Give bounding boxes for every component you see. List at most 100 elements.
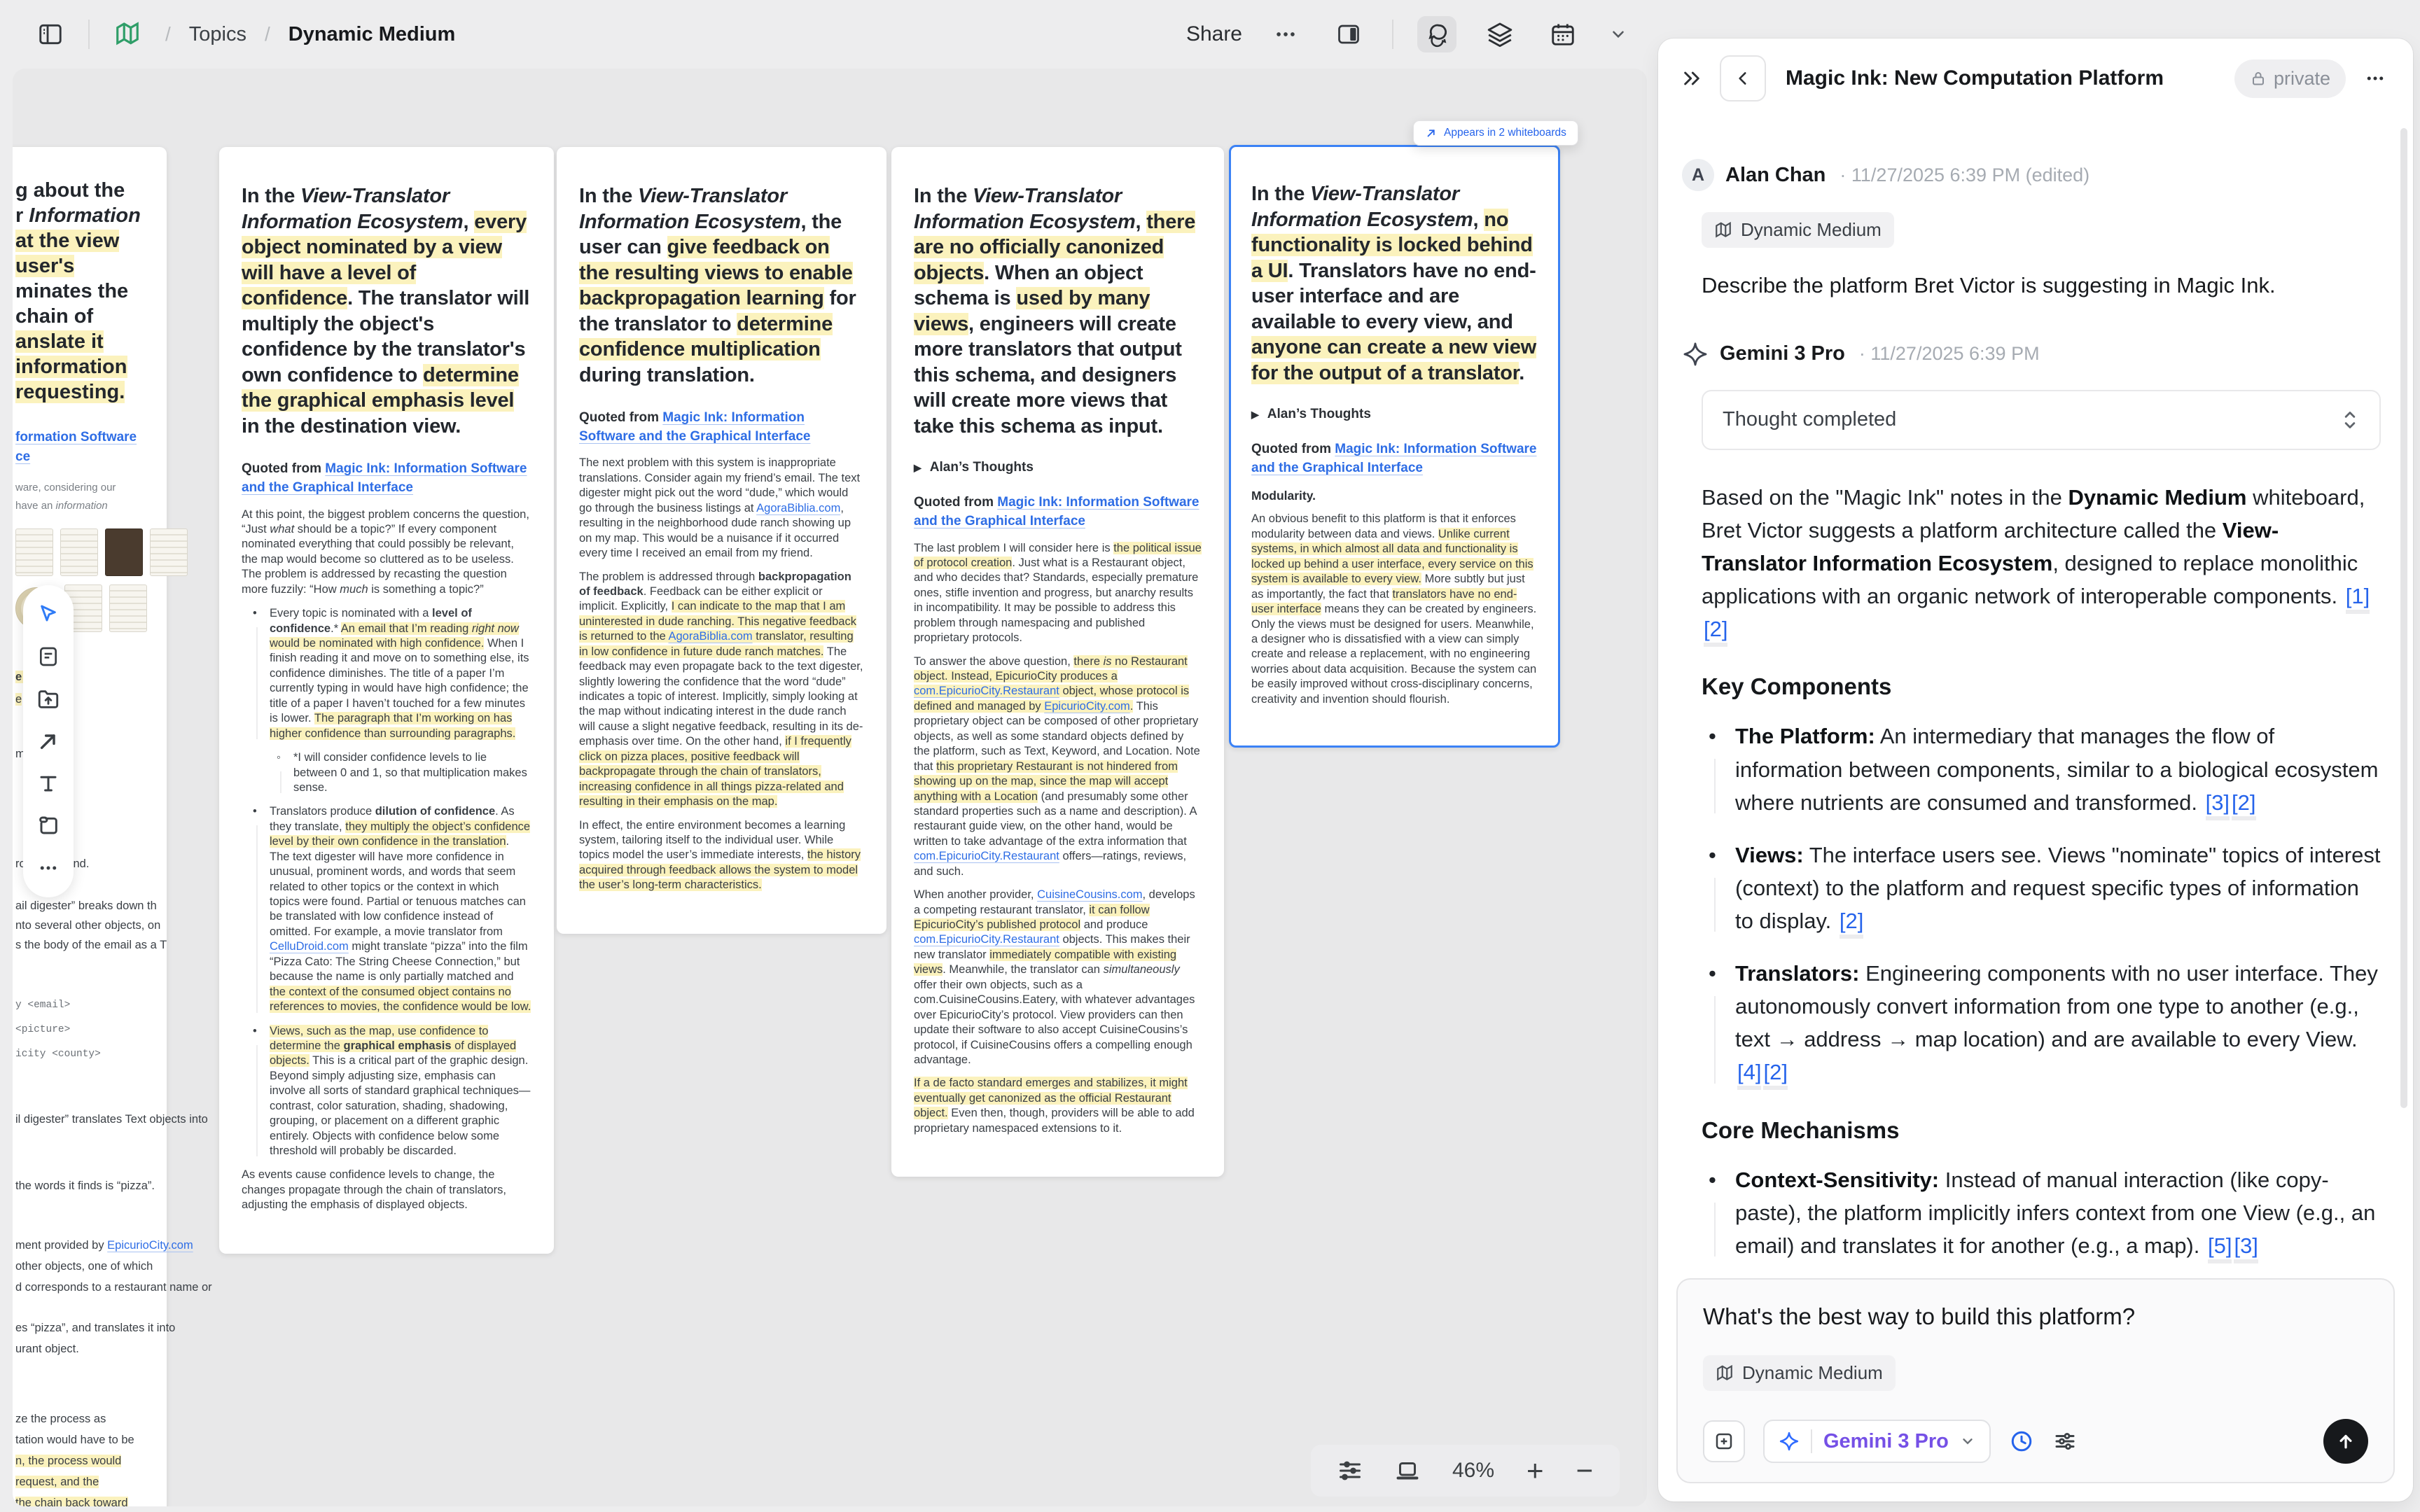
note-card-modularity[interactable]: In the View-Translator Information Ecosy… xyxy=(1229,145,1560,748)
inline-link[interactable]: com.EpicurioCity.Restaurant xyxy=(914,685,1059,697)
frame-tool-icon[interactable] xyxy=(36,813,61,839)
zoom-out-button[interactable]: − xyxy=(1576,1456,1594,1485)
citation-link[interactable]: [2] xyxy=(1763,1060,1787,1090)
paragraph: The problem is addressed through backpro… xyxy=(579,570,864,810)
arrow-tool-icon[interactable] xyxy=(36,729,61,754)
text-fragment: ce xyxy=(15,449,30,465)
text-segment: icity <county> xyxy=(15,1049,101,1060)
select-tool-icon[interactable] xyxy=(36,602,61,627)
composer-input[interactable]: What's the best way to build this platfo… xyxy=(1703,1303,2368,1330)
inline-link[interactable]: com.EpicurioCity.Restaurant xyxy=(914,850,1059,862)
note-card-feedback[interactable]: In the View-Translator Information Ecosy… xyxy=(557,147,886,934)
inline-link[interactable]: formation Software xyxy=(15,430,137,444)
inline-link[interactable]: AgoraBiblia.com xyxy=(669,630,753,643)
whiteboard-canvas[interactable]: g about ther Informationat the viewuser'… xyxy=(13,69,1647,1506)
send-button[interactable] xyxy=(2323,1419,2368,1464)
user-message-text: Describe the platform Bret Victor is sug… xyxy=(1702,270,2381,302)
citation-link[interactable]: [1] xyxy=(2346,584,2370,614)
inline-link[interactable]: EpicurioCity.com xyxy=(1044,700,1130,713)
history-icon[interactable] xyxy=(2009,1429,2034,1454)
view-settings-icon[interactable] xyxy=(1337,1458,1363,1483)
text-segment: is xyxy=(1104,655,1112,668)
composer[interactable]: What's the best way to build this platfo… xyxy=(1676,1278,2395,1483)
chat-title: Magic Ink: New Computation Platform xyxy=(1786,66,2222,90)
text-segment: chain of xyxy=(15,305,93,328)
appears-in-whiteboards-tooltip[interactable]: Appears in 2 whiteboards xyxy=(1413,120,1578,146)
share-button[interactable]: Share xyxy=(1186,22,1242,46)
collapsed-thoughts-toggle[interactable]: ▶Alan’s Thoughts xyxy=(914,460,1202,475)
citation-link[interactable]: [2] xyxy=(1840,909,1863,939)
more-tools-icon[interactable] xyxy=(36,855,61,881)
layers-icon[interactable] xyxy=(1480,16,1520,52)
text-segment: When another provider, xyxy=(914,888,1037,901)
inline-link[interactable]: CuisineCousins.com xyxy=(1037,888,1142,901)
sidebar-toggle-icon[interactable] xyxy=(31,16,70,52)
calendar-icon[interactable] xyxy=(1543,16,1583,52)
model-selector[interactable]: Gemini 3 Pro xyxy=(1763,1420,1991,1463)
note-card-protocols[interactable]: In the View-Translator Information Ecosy… xyxy=(891,147,1224,1177)
citation-link[interactable]: [3] xyxy=(2206,790,2230,820)
citation-link[interactable]: [3] xyxy=(2234,1233,2258,1264)
text-fragment: e xyxy=(15,693,22,706)
citation-link[interactable]: [2] xyxy=(2232,790,2255,820)
text-fragment: urant object. xyxy=(15,1343,79,1356)
text-segment: g about the xyxy=(15,179,125,202)
list-item: *I will consider confidence levels to li… xyxy=(274,750,531,795)
text-segment: Translators produce xyxy=(270,805,375,818)
text-segment: the words it finds is “pizza”. xyxy=(15,1180,155,1192)
text-segment: <picture> xyxy=(15,1024,70,1035)
settings-sliders-icon[interactable] xyxy=(2052,1429,2078,1454)
paragraph: As events cause confidence levels to cha… xyxy=(242,1168,531,1212)
collapse-panel-icon[interactable] xyxy=(1676,60,1707,97)
attach-button[interactable] xyxy=(1703,1420,1745,1462)
paragraph: When another provider, CuisineCousins.co… xyxy=(914,888,1202,1068)
context-chip[interactable]: Dynamic Medium xyxy=(1702,212,1894,248)
citation-link[interactable]: [5] xyxy=(2208,1233,2232,1264)
text-fragment: request, and the xyxy=(15,1476,99,1489)
inline-link[interactable]: CelluDroid.com xyxy=(270,940,349,953)
text-fragment: chain of xyxy=(15,305,93,328)
text-fragment: minates the xyxy=(15,280,128,303)
chat-panel: Magic Ink: New Computation Platform priv… xyxy=(1658,38,2413,1502)
panel-scrollbar[interactable] xyxy=(2400,128,2407,1108)
text-segment: requesting. xyxy=(15,381,125,403)
thought-summary-toggle[interactable]: Thought completed xyxy=(1702,390,2381,450)
citation-link[interactable]: [2] xyxy=(1704,617,1727,647)
citation-link[interactable]: [4] xyxy=(1737,1060,1761,1090)
inline-link[interactable]: com.EpicurioCity.Restaurant xyxy=(914,933,1059,946)
comments-icon[interactable] xyxy=(1417,16,1456,52)
composer-context-chip[interactable]: Dynamic Medium xyxy=(1703,1355,1896,1391)
chevron-down-icon[interactable] xyxy=(1606,16,1630,52)
whiteboard-icon[interactable] xyxy=(108,16,147,52)
chat-menu-icon[interactable] xyxy=(2358,60,2392,97)
note-card-confidence[interactable]: In the View-Translator Information Ecosy… xyxy=(219,147,554,1254)
page-thumbnail xyxy=(15,528,53,576)
inline-link[interactable]: AgoraBiblia.com xyxy=(756,502,840,514)
text-tool-icon[interactable] xyxy=(36,771,61,796)
card-heading: In the View-Translator Information Ecosy… xyxy=(242,183,531,439)
inline-link[interactable]: EpicurioCity.com xyxy=(107,1239,193,1252)
text-segment: other objects, one of which xyxy=(15,1260,153,1273)
zoom-level[interactable]: 46% xyxy=(1452,1459,1494,1483)
breadcrumb-section[interactable]: Topics xyxy=(189,23,246,46)
inline-link[interactable]: ce xyxy=(15,449,30,464)
text-segment: user's xyxy=(15,255,74,277)
chat-messages[interactable]: A Alan Chan · 11/27/2025 6:39 PM (edited… xyxy=(1658,121,2413,1284)
note-tool-icon[interactable] xyxy=(36,644,61,669)
text-segment: right now xyxy=(472,622,519,635)
toggle-right-panel-icon[interactable] xyxy=(1329,16,1368,52)
text-segment: minates the xyxy=(15,280,128,302)
text-segment: Context-Sensitivity: xyxy=(1735,1168,1939,1192)
text-segment: e xyxy=(15,693,22,706)
collapsed-thoughts-toggle[interactable]: ▶Alan’s Thoughts xyxy=(1251,407,1538,422)
page-thumbnail xyxy=(109,584,147,632)
present-mode-icon[interactable] xyxy=(1395,1458,1420,1483)
text-segment: y <email> xyxy=(15,1000,70,1011)
back-button[interactable] xyxy=(1720,55,1766,102)
more-options-icon[interactable] xyxy=(1266,16,1305,52)
text-fragment: formation Software xyxy=(15,430,137,445)
import-tool-icon[interactable] xyxy=(36,687,61,712)
list-item: Context-Sensitivity: Instead of manual i… xyxy=(1702,1163,2381,1262)
zoom-in-button[interactable]: + xyxy=(1527,1456,1544,1485)
text-segment: n, the process would xyxy=(15,1455,121,1467)
